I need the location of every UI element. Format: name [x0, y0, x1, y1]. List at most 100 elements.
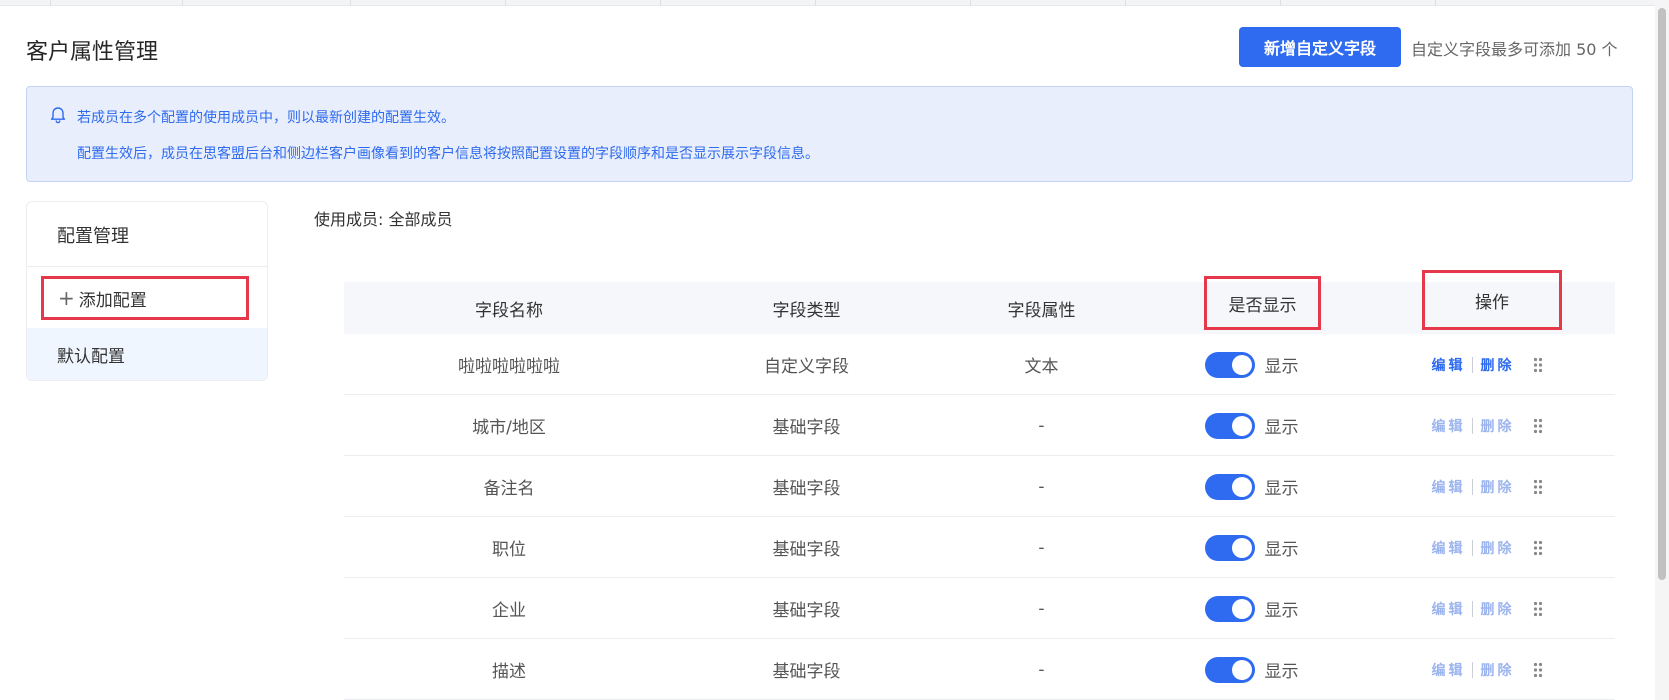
- toggle-knob: [1231, 537, 1252, 558]
- field-attribute-cell: 文本: [1024, 357, 1059, 377]
- field-type-cell: 自定义字段: [764, 357, 849, 377]
- add-config-button[interactable]: + 添加配置: [41, 276, 249, 320]
- toggle-knob: [1231, 659, 1252, 680]
- delete-link[interactable]: 删除: [1481, 416, 1515, 436]
- table-row: 啦啦啦啦啦啦 自定义字段 文本 显示 编辑 删除: [344, 334, 1615, 395]
- actions-cell: 编辑 删除: [1359, 456, 1615, 517]
- display-cell: 显示: [1144, 456, 1359, 517]
- field-attribute-cell: -: [1038, 598, 1045, 619]
- toggle-switch[interactable]: [1204, 473, 1255, 500]
- delete-link[interactable]: 删除: [1481, 538, 1515, 558]
- edit-link[interactable]: 编辑: [1432, 416, 1466, 436]
- members-value: 全部成员: [388, 210, 453, 229]
- column-header-actions: 操作: [1422, 270, 1562, 330]
- field-name-cell: 啦啦啦啦啦啦: [458, 357, 560, 377]
- toggle-knob: [1231, 354, 1252, 375]
- field-attribute-cell: -: [1038, 415, 1045, 436]
- notice-line-1: 若成员在多个配置的使用成员中，则以最新创建的配置生效。: [77, 110, 455, 126]
- delete-link[interactable]: 删除: [1481, 599, 1515, 619]
- toggle-knob: [1231, 598, 1252, 619]
- toggle-switch[interactable]: [1204, 595, 1255, 622]
- toggle-knob: [1231, 476, 1252, 497]
- actions-cell: 编辑 删除: [1359, 517, 1615, 578]
- action-separator: [1471, 661, 1473, 678]
- page-scrollbar[interactable]: [1655, 0, 1669, 700]
- field-table: 字段名称 字段类型 字段属性 是否显示 操作 啦啦啦啦啦啦 自定义字段 文本 显…: [344, 270, 1615, 700]
- row-actions: 编辑 删除: [1432, 416, 1543, 436]
- drag-handle-icon[interactable]: [1533, 479, 1543, 495]
- display-toggle[interactable]: 显示: [1204, 595, 1299, 622]
- members-label: 使用成员:: [314, 210, 384, 229]
- edit-link[interactable]: 编辑: [1432, 355, 1466, 375]
- toggle-switch[interactable]: [1204, 412, 1255, 439]
- display-cell: 显示: [1144, 395, 1359, 456]
- edit-link[interactable]: 编辑: [1432, 599, 1466, 619]
- drag-handle-icon[interactable]: [1533, 662, 1543, 678]
- field-type-cell: 基础字段: [772, 540, 841, 560]
- display-toggle[interactable]: 显示: [1204, 412, 1299, 439]
- column-header-field-attribute: 字段属性: [1007, 300, 1076, 321]
- customer-attribute-page: 客户属性管理 新增自定义字段 自定义字段最多可添加 50 个 若成员在多个配置的…: [0, 6, 1654, 700]
- field-attribute-cell: -: [1038, 476, 1045, 497]
- display-cell: 显示: [1144, 334, 1359, 395]
- scrollbar-thumb[interactable]: [1658, 8, 1666, 580]
- add-field-limit-hint: 自定义字段最多可添加 50 个: [1411, 40, 1618, 59]
- toggle-label: 显示: [1264, 540, 1299, 560]
- drag-handle-icon[interactable]: [1533, 357, 1543, 373]
- table-row: 城市/地区 基础字段 - 显示 编辑 删除: [344, 395, 1615, 456]
- toggle-switch[interactable]: [1204, 534, 1255, 561]
- config-management-panel: 配置管理 + 添加配置 默认配置: [26, 201, 268, 381]
- delete-link[interactable]: 删除: [1481, 660, 1515, 680]
- add-config-label: 添加配置: [78, 290, 147, 311]
- actions-cell: 编辑 删除: [1359, 395, 1615, 456]
- edit-link[interactable]: 编辑: [1432, 477, 1466, 497]
- row-actions: 编辑 删除: [1432, 538, 1543, 558]
- row-actions: 编辑 删除: [1432, 660, 1543, 680]
- toggle-switch[interactable]: [1204, 351, 1255, 378]
- drag-handle-icon[interactable]: [1533, 601, 1543, 617]
- config-item-default[interactable]: 默认配置: [27, 328, 267, 380]
- toggle-switch[interactable]: [1204, 656, 1255, 683]
- display-cell: 显示: [1144, 517, 1359, 578]
- table-row: 描述 基础字段 - 显示 编辑 删除: [344, 639, 1615, 700]
- field-name-cell: 备注名: [483, 479, 535, 499]
- display-toggle[interactable]: 显示: [1204, 534, 1299, 561]
- column-header-field-type: 字段类型: [772, 300, 841, 321]
- action-separator: [1471, 478, 1473, 495]
- toggle-label: 显示: [1264, 601, 1299, 621]
- row-actions: 编辑 删除: [1432, 355, 1543, 375]
- delete-link[interactable]: 删除: [1481, 477, 1515, 497]
- table-row: 职位 基础字段 - 显示 编辑 删除: [344, 517, 1615, 578]
- table-header: 字段名称 字段类型 字段属性 是否显示 操作: [344, 270, 1615, 334]
- actions-cell: 编辑 删除: [1359, 639, 1615, 700]
- actions-cell: 编辑 删除: [1359, 334, 1615, 395]
- field-name-cell: 描述: [492, 662, 526, 682]
- add-custom-field-button[interactable]: 新增自定义字段: [1239, 27, 1401, 67]
- action-separator: [1471, 356, 1473, 373]
- edit-link[interactable]: 编辑: [1432, 538, 1466, 558]
- toggle-knob: [1231, 415, 1252, 436]
- field-type-cell: 基础字段: [772, 601, 841, 621]
- table-row: 企业 基础字段 - 显示 编辑 删除: [344, 578, 1615, 639]
- config-panel-title: 配置管理: [57, 226, 129, 247]
- delete-link[interactable]: 删除: [1481, 355, 1515, 375]
- action-separator: [1471, 600, 1473, 617]
- display-toggle[interactable]: 显示: [1204, 351, 1299, 378]
- notice-line-2: 配置生效后，成员在思客盟后台和侧边栏客户画像看到的客户信息将按照配置设置的字段顺…: [77, 146, 819, 162]
- field-attribute-cell: -: [1038, 659, 1045, 680]
- drag-handle-icon[interactable]: [1533, 540, 1543, 556]
- field-type-cell: 基础字段: [772, 662, 841, 682]
- notice-banner: 若成员在多个配置的使用成员中，则以最新创建的配置生效。 配置生效后，成员在思客盟…: [26, 86, 1633, 182]
- toggle-label: 显示: [1264, 418, 1299, 438]
- display-toggle[interactable]: 显示: [1204, 473, 1299, 500]
- edit-link[interactable]: 编辑: [1432, 660, 1466, 680]
- plus-icon: +: [58, 286, 75, 310]
- display-cell: 显示: [1144, 639, 1359, 700]
- field-name-cell: 职位: [492, 540, 526, 560]
- config-panel-divider: [27, 266, 267, 267]
- drag-handle-icon[interactable]: [1533, 418, 1543, 434]
- display-toggle[interactable]: 显示: [1204, 656, 1299, 683]
- bell-icon: [50, 107, 66, 124]
- members-line: 使用成员: 全部成员: [314, 206, 453, 230]
- action-separator: [1471, 417, 1473, 434]
